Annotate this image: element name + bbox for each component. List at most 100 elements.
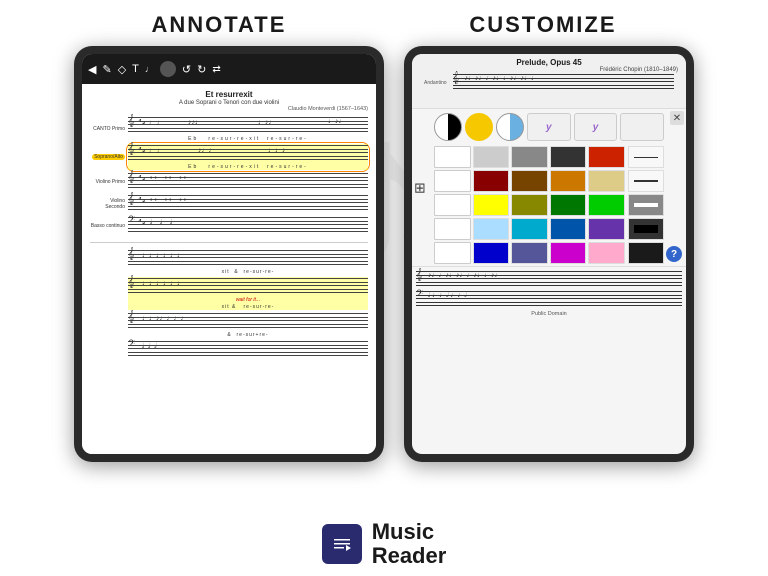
undo-icon[interactable]: ↺ [182, 63, 191, 76]
soprano-row: Soprano/Alto 𝄞 ⁴₂ ♩♩ ♪♩♩ ♩♩♪ [90, 144, 368, 170]
line-style-y2[interactable]: y [574, 113, 618, 141]
score-title: Prelude, Opus 45 [420, 58, 678, 67]
score-staff-preview: Andantino 𝄞 ♪♩♪♩♩♪♩♩♪♩♪♩♩ [420, 73, 678, 93]
bottom-staff-3: 𝄞 ♩♩♪♩♩♩♩ [128, 313, 368, 331]
part-label: CANTO Primo [90, 126, 128, 132]
section-divider [90, 242, 368, 243]
bottom-staff-1: 𝄞 ♩♩♩♩♩♩ [128, 250, 368, 268]
thick-line-icon [634, 203, 658, 207]
public-domain-label: Public Domain [416, 311, 682, 317]
line-style-5[interactable] [628, 242, 664, 264]
color-white[interactable] [434, 146, 471, 168]
violin2-label: Violino Secondo [90, 198, 128, 210]
bottom-staff-4: 𝄢 𝅗𝅥 𝅗𝅥 𝅗𝅥 [128, 341, 368, 359]
staff-row: CANTO Primo 𝄞 ⁴₂ ♩♩ ♪♪♩ ♩♪♩ ♩♪♩ [90, 116, 368, 142]
soprano-label: Soprano/Alto [92, 154, 125, 160]
line-style-3[interactable] [628, 194, 664, 216]
bottom-row-3: 𝄞 ♩♩♪♩♩♩♩ & re-sur+re- [90, 312, 368, 338]
bottom-preview: 𝄞 ♪♩♩♪♩♪♩♩♪♩♩♪♩ 𝄢 𝅗𝅥 ♩♩𝅗𝅥 ♩♩𝅗𝅥 Public Do… [412, 266, 686, 321]
y-icon-1: y [546, 122, 552, 133]
bottom-lyrics-1: xit & re-sur-re- [128, 269, 368, 275]
customize-screen: Prelude, Opus 45 Frédéric Chopin (1810–1… [412, 54, 686, 454]
annotate-heading: ANNOTATE [151, 12, 286, 38]
basso-label: Basso continuo [90, 223, 128, 229]
color-green[interactable] [588, 194, 625, 216]
score-header: Prelude, Opus 45 Frédéric Chopin (1810–1… [412, 54, 686, 109]
close-icon[interactable]: ✕ [670, 111, 684, 125]
line-style-1[interactable] [628, 146, 664, 168]
text-icon[interactable]: T [132, 63, 139, 75]
note-icon[interactable]: ♩ [145, 64, 154, 74]
color-white2[interactable] [434, 170, 471, 192]
sheet-composer: Claudio Monteverdi (1567–1643) [90, 106, 368, 112]
color-blue[interactable] [550, 218, 587, 240]
help-icon[interactable]: ? [666, 246, 682, 262]
bottom-preview-staff-1: 𝄞 ♪♩♩♪♩♪♩♩♪♩♩♪♩ [416, 271, 682, 289]
bottom-row-2: 𝄞 ♩♩♩♩♩♩ wait for it... xit & re-sur-re- [90, 277, 368, 310]
footer: Music Reader [322, 510, 447, 576]
sheet-music-area: Et resurrexit A due Soprani o Tenori con… [82, 84, 376, 454]
bw-circle[interactable] [434, 113, 462, 141]
color-white4[interactable] [434, 218, 471, 240]
page-turn-icon[interactable]: ⇄ [212, 64, 220, 75]
cyan-white-circle[interactable] [496, 113, 524, 141]
color-navy[interactable] [473, 242, 510, 264]
lyrics-red: wait for it... [128, 297, 368, 303]
color-yellow[interactable] [473, 194, 510, 216]
line-style-y1[interactable]: y [527, 113, 571, 141]
staff-group-1: CANTO Primo 𝄞 ⁴₂ ♩♩ ♪♪♩ ♩♪♩ ♩♪♩ [90, 116, 368, 236]
grid-icon[interactable]: ⊞ [414, 179, 426, 196]
color-swatch[interactable] [160, 61, 176, 77]
color-darkgreen[interactable] [550, 194, 587, 216]
bottom-lyrics-3: & re-sur+re- [128, 332, 368, 338]
color-silver[interactable] [473, 146, 510, 168]
bottom-preview-staff-2: 𝄢 𝅗𝅥 ♩♩𝅗𝅥 ♩♩𝅗𝅥 [416, 291, 682, 309]
color-brown[interactable] [511, 170, 548, 192]
color-purple[interactable] [588, 218, 625, 240]
app-name: Music Reader [372, 520, 447, 568]
color-olive[interactable] [511, 194, 548, 216]
bottom-row-1: 𝄞 ♩♩♩♩♩♩ xit & re-sur-re- [90, 249, 368, 275]
bottom-staff-2: 𝄞 ♩♩♩♩♩♩ [128, 278, 368, 296]
color-slate[interactable] [511, 242, 548, 264]
yellow-circle[interactable] [465, 113, 493, 141]
sheet-title: Et resurrexit [90, 90, 368, 100]
color-white5[interactable] [434, 242, 471, 264]
color-white3[interactable] [434, 194, 471, 216]
palette-area: ⊞ ✕ y y [412, 109, 686, 266]
color-pink[interactable] [588, 242, 625, 264]
back-icon[interactable]: ◀ [88, 63, 96, 76]
score-subtitle-label: Andantino [424, 80, 447, 86]
very-thick-line-icon [634, 225, 658, 233]
line-style-blank[interactable] [620, 113, 664, 141]
line-styles-column [628, 146, 664, 264]
redo-icon[interactable]: ↻ [197, 63, 206, 76]
line-style-4[interactable] [628, 218, 664, 240]
color-teal[interactable] [511, 218, 548, 240]
color-tan[interactable] [588, 170, 625, 192]
header: ANNOTATE CUSTOMIZE [0, 0, 768, 46]
color-grid [434, 146, 625, 264]
bottom-row-4: 𝄢 𝅗𝅥 𝅗𝅥 𝅗𝅥 [90, 340, 368, 360]
customize-heading: CUSTOMIZE [469, 12, 616, 38]
color-gray[interactable] [511, 146, 548, 168]
color-darkred[interactable] [473, 170, 510, 192]
color-magenta[interactable] [550, 242, 587, 264]
violin1-row: Violino Primo 𝄞 ⁴₂ • • • • • • [90, 172, 368, 192]
customize-tablet: Prelude, Opus 45 Frédéric Chopin (1810–1… [404, 46, 694, 462]
color-dark[interactable] [550, 146, 587, 168]
bottom-lyrics-2: xit & re-sur-re- [128, 304, 368, 310]
lyrics-row-2: Eb re-sur-re-xit re-sur-re- [128, 164, 368, 170]
color-lightblue[interactable] [473, 218, 510, 240]
line-style-2[interactable] [628, 170, 664, 192]
thin-line-icon [634, 157, 658, 158]
logo-icon [329, 531, 355, 557]
color-red[interactable] [588, 146, 625, 168]
color-line-grid [434, 146, 664, 264]
violin1-staff: 𝄞 ⁴₂ • • • • • • [128, 173, 368, 191]
basso-staff: 𝄢 ⁴₂ 𝅗𝅥 𝅗𝅥 𝅗𝅥 [128, 217, 368, 235]
highlighter-icon[interactable]: ◇ [118, 63, 126, 76]
palette-top-row: y y [434, 113, 664, 141]
color-orange[interactable] [550, 170, 587, 192]
pen-icon[interactable]: ✎ [102, 63, 111, 76]
